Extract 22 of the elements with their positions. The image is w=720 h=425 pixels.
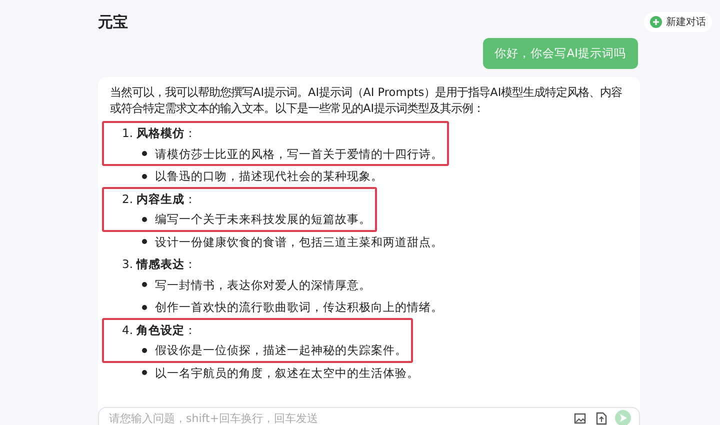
answer-intro: 当然可以，我可以帮助您撰写AI提示词。AI提示词（AI Prompts）是用于指导AI模型生成特定风格、内容或符合特定需求文本的输入文本。以下是一些常见的AI提示词类型及其示例： [110,85,624,117]
section-heading: 1. 风格模仿： [121,125,198,142]
bullet-item: 设计一份健康饮食的食谱，包括三道主菜和两道甜点。 [110,232,628,252]
image-icon [574,412,587,424]
user-message: 你好，你会写AI提示词吗 [482,38,638,69]
bullet-item: 请模仿莎士比亚的风格，写一首关于爱情的十四行诗。 [110,144,443,164]
message-input[interactable]: 请您输入问题，shift+回车换行，回车发送 [107,410,566,425]
input-bar[interactable]: 请您输入问题，shift+回车换行，回车发送 [98,407,640,425]
bullet-item: 假设你是一位侦探，描述一起神秘的失踪案件。 [110,340,407,360]
section-heading: 4. 角色设定： [121,322,198,338]
section-heading: 2. 内容生成： [121,190,198,208]
send-icon [615,410,631,425]
section-heading: 3. 情感表达： [121,256,198,273]
app-title: 元宝 [98,12,128,32]
bullet-item: 以一名宇航员的角度，叙述在太空中的生活体验。 [110,362,628,383]
bullet-item: 写一封情书，表达你对爱人的深情厚意。 [110,274,371,295]
bullet-item: 创作一首欢快的流行歌曲歌词，传达积极向上的情绪。 [110,297,628,318]
new-chat-button[interactable]: 新建对话 [644,12,712,32]
plus-icon [650,16,662,28]
bullet-item: 以鲁迅的口吻，描述现代社会的某种现象。 [110,166,628,186]
upload-icon [595,412,607,424]
bullet-item: 编写一个关于未来科技发展的短篇故事。 [110,209,371,230]
